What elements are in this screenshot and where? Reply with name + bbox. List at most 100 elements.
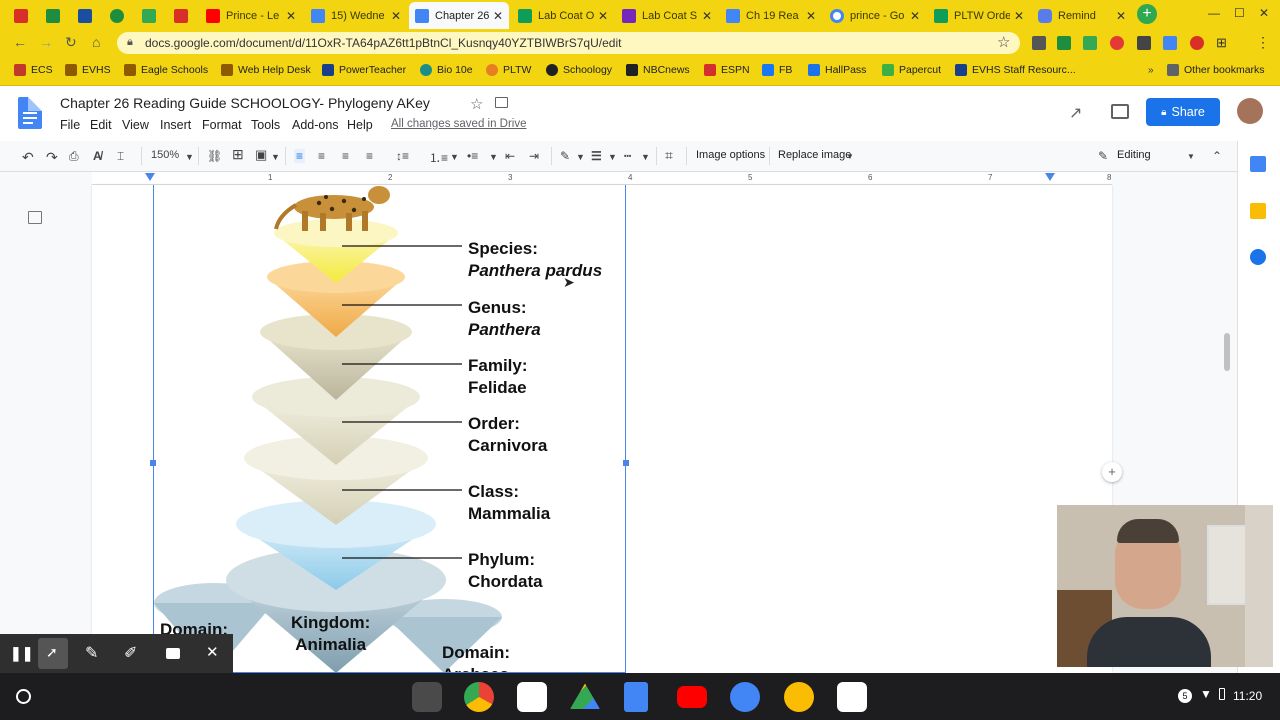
forward-icon[interactable]: → xyxy=(39,34,53,50)
menu-edit[interactable]: Edit xyxy=(90,118,112,132)
back-icon[interactable]: ← xyxy=(13,34,27,50)
window-close-icon[interactable]: ✕ xyxy=(1259,6,1269,20)
tab-7[interactable]: 15) Wedne ✕ xyxy=(305,2,407,29)
activity-trend-icon[interactable]: ↗ xyxy=(1069,103,1082,123)
bookmark-pltw[interactable]: PLTW xyxy=(486,64,531,76)
close-icon[interactable]: ✕ xyxy=(493,9,503,23)
close-icon[interactable]: ✕ xyxy=(286,9,296,23)
clock[interactable]: 11:20 xyxy=(1233,689,1262,703)
close-icon[interactable]: ✕ xyxy=(806,9,816,23)
tab-11[interactable]: Ch 19 Rea ✕ xyxy=(720,2,822,29)
menu-insert[interactable]: Insert xyxy=(160,118,191,132)
crop-icon[interactable]: ⌗ xyxy=(665,147,673,164)
bookmark-nbcnews[interactable]: NBCnews xyxy=(626,64,690,76)
insert-image-icon[interactable]: ▣ xyxy=(255,147,267,163)
desmos-app-icon[interactable] xyxy=(837,682,867,712)
resize-handle-right[interactable] xyxy=(623,460,629,466)
image-options-button[interactable]: Image options xyxy=(696,149,765,161)
tab-0[interactable] xyxy=(6,2,36,29)
calendar-icon[interactable] xyxy=(1250,156,1266,172)
tasks-icon[interactable] xyxy=(1250,249,1266,265)
align-justify-icon[interactable]: ≡ xyxy=(366,149,373,163)
bookmark-bio10e[interactable]: Bio 10e xyxy=(420,64,473,76)
launcher-icon[interactable] xyxy=(16,689,31,704)
chrome-app-icon[interactable] xyxy=(464,682,494,712)
bookmark-star-icon[interactable]: ☆ xyxy=(997,33,1010,51)
home-icon[interactable]: ⌂ xyxy=(92,34,100,50)
pause-icon[interactable]: ❚❚ xyxy=(10,645,33,662)
calculator-app-icon[interactable] xyxy=(412,682,442,712)
tab-12[interactable]: prince - Go ✕ xyxy=(824,2,926,29)
share-button[interactable]: 🔒︎ Share xyxy=(1146,98,1220,126)
pen-icon[interactable]: ✎ xyxy=(85,643,98,663)
avatar[interactable] xyxy=(1237,98,1263,124)
gmail-app-icon[interactable] xyxy=(517,682,547,712)
bulleted-list-icon[interactable]: •≡ xyxy=(467,149,478,163)
scrollbar-thumb[interactable] xyxy=(1224,333,1230,371)
close-icon[interactable]: ✕ xyxy=(1014,9,1024,23)
tab-3[interactable] xyxy=(102,2,132,29)
border-color-icon[interactable]: ✎ xyxy=(560,149,570,163)
menu-help[interactable]: Help xyxy=(347,118,373,132)
zoom-select[interactable]: 150% xyxy=(151,149,179,161)
close-icon[interactable]: ✕ xyxy=(391,9,401,23)
numbered-list-icon[interactable]: ⒈≡ xyxy=(429,149,448,166)
drive-extension-icon[interactable] xyxy=(1057,36,1071,50)
increase-indent-icon[interactable]: ⇥ xyxy=(529,149,539,163)
files-app-icon[interactable] xyxy=(730,682,760,712)
close-icon[interactable]: ✕ xyxy=(598,9,608,23)
paint-format-icon[interactable]: ⌶ xyxy=(117,149,124,164)
bookmark-papercut[interactable]: Papercut xyxy=(882,64,941,76)
close-icon[interactable]: ✕ xyxy=(1116,9,1126,23)
bookmark-schoology[interactable]: Schoology xyxy=(546,64,612,76)
undo-icon[interactable]: ↶ xyxy=(22,149,34,166)
more-menu-icon[interactable]: ⋮ xyxy=(1256,34,1270,51)
replace-image-button[interactable]: Replace image xyxy=(778,149,851,161)
calculator-extension-icon[interactable] xyxy=(1137,36,1151,50)
tab-13[interactable]: PLTW Orde ✕ xyxy=(928,2,1030,29)
battery-icon[interactable] xyxy=(1219,688,1225,700)
spellcheck-icon[interactable]: A̸ xyxy=(93,149,102,163)
tab-14[interactable]: Remind ✕ xyxy=(1032,2,1132,29)
move-folder-icon[interactable] xyxy=(495,97,508,108)
menu-tools[interactable]: Tools xyxy=(251,118,280,132)
menu-file[interactable]: File xyxy=(60,118,80,132)
minimize-icon[interactable]: — xyxy=(1208,6,1220,20)
notification-badge[interactable]: 5 xyxy=(1178,689,1192,703)
border-dash-icon[interactable]: ┅ xyxy=(624,149,631,163)
collapse-toolbar-icon[interactable]: ⌃ xyxy=(1212,149,1222,163)
bookmark-espn[interactable]: ESPN xyxy=(704,64,750,76)
close-icon[interactable]: ✕ xyxy=(910,9,920,23)
url-text[interactable]: docs.google.com/document/d/11OxR-TA64pAZ… xyxy=(145,36,621,50)
tab-4[interactable] xyxy=(134,2,164,29)
print-icon[interactable]: ⎙ xyxy=(69,149,79,164)
wifi-icon[interactable]: ▼ xyxy=(1200,687,1212,701)
star-icon[interactable]: ☆ xyxy=(470,95,483,113)
keep-icon[interactable] xyxy=(1250,203,1266,219)
align-center-icon[interactable]: ≡ xyxy=(318,149,325,163)
border-weight-icon[interactable]: ☰ xyxy=(591,149,602,163)
extension-icon[interactable] xyxy=(1032,36,1046,50)
docs-app-icon[interactable] xyxy=(624,682,648,712)
comment-icon[interactable] xyxy=(1111,104,1129,119)
add-comment-icon[interactable]: ⊞ xyxy=(232,146,244,163)
add-comment-float-icon[interactable]: + xyxy=(1102,462,1122,482)
close-icon[interactable]: ✕ xyxy=(702,9,712,23)
highlighter-icon[interactable]: ✐ xyxy=(124,643,137,663)
bookmark-web-help-desk[interactable]: Web Help Desk xyxy=(221,64,311,76)
extension-icon[interactable] xyxy=(1190,36,1204,50)
line-spacing-icon[interactable]: ↕≡ xyxy=(396,149,409,163)
extension-icon[interactable] xyxy=(1083,36,1097,50)
redo-icon[interactable]: ↷ xyxy=(46,149,58,166)
editing-mode-select[interactable]: Editing xyxy=(1117,149,1151,161)
chevron-right-icon[interactable]: » xyxy=(1148,65,1154,76)
tab-9[interactable]: Lab Coat O ✕ xyxy=(512,2,614,29)
bookmark-fb[interactable]: FB xyxy=(762,64,792,76)
menu-addons[interactable]: Add-ons xyxy=(292,118,339,132)
close-recorder-icon[interactable]: ✕ xyxy=(206,643,219,661)
youtube-app-icon[interactable] xyxy=(677,686,707,708)
extension-icon[interactable] xyxy=(1110,36,1124,50)
extension-icon[interactable] xyxy=(1163,36,1177,50)
tab-2[interactable] xyxy=(70,2,100,29)
tab-5[interactable] xyxy=(166,2,196,29)
